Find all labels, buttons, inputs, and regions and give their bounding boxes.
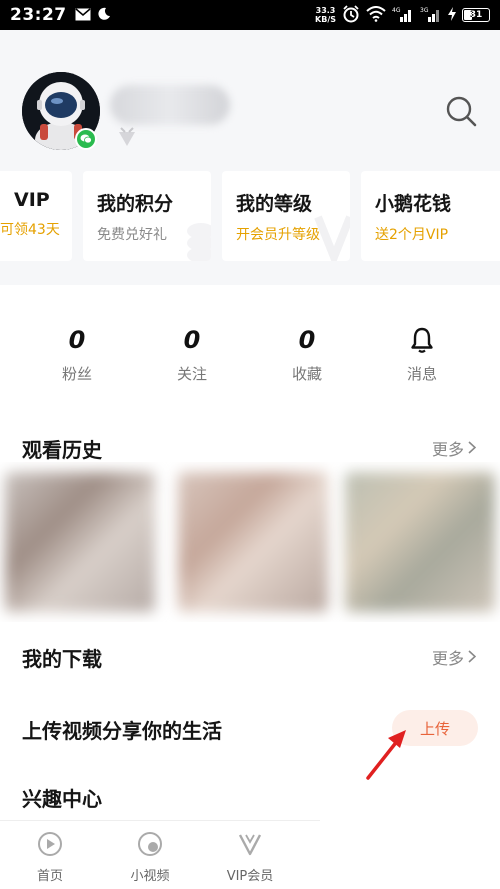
card-subtitle: 送2个月VIP (375, 227, 449, 243)
charging-icon (448, 6, 456, 24)
stat-label: 收藏 (291, 365, 322, 383)
upload-prompt: 上传视频分享你的生活 (22, 719, 222, 743)
svg-text:3G: 3G (420, 7, 429, 14)
history-thumbnail[interactable] (5, 472, 155, 612)
nav-label: 小视频 (130, 869, 170, 884)
nav-label: 首页 (36, 869, 63, 884)
card-level[interactable]: 我的等级 开会员升等级 (222, 171, 350, 261)
history-thumbnails[interactable] (0, 462, 500, 622)
card-title: VIP (14, 189, 50, 211)
status-time: 23:27 (10, 5, 67, 25)
history-title: 观看历史 (22, 438, 102, 462)
downloads-more-link[interactable]: 更多 (432, 645, 477, 669)
stat-favorites[interactable]: 0 收藏 (257, 325, 357, 384)
wifi-icon (366, 5, 386, 25)
nav-label: VIP会员 (226, 869, 274, 884)
stat-messages[interactable]: 消息 (372, 325, 472, 384)
stat-value: 0 (183, 326, 201, 354)
card-points[interactable]: 我的积分 免费兑好礼 (83, 171, 211, 261)
short-video-icon (100, 829, 200, 859)
downloads-title[interactable]: 我的下载 (22, 643, 102, 672)
network-speed: 33.3 KB/S (315, 6, 336, 24)
chevron-right-icon (468, 439, 477, 458)
vip-icon (200, 829, 300, 859)
stat-label: 粉丝 (61, 365, 92, 383)
stat-following[interactable]: 0 关注 (142, 325, 242, 384)
interest-title[interactable]: 兴趣中心 (22, 783, 102, 812)
stat-label: 消息 (406, 365, 437, 383)
bottom-nav: 首页 小视频 VIP会员 (0, 820, 320, 889)
chevron-right-icon (468, 648, 477, 667)
nav-home[interactable]: 首页 (0, 829, 100, 884)
stats-row: 0 粉丝 0 关注 0 收藏 消息 (0, 325, 500, 395)
signal-3g-icon: 3G (420, 6, 442, 25)
nav-vip[interactable]: VIP会员 (200, 829, 300, 884)
stat-value: 0 (298, 326, 316, 354)
stat-fans[interactable]: 0 粉丝 (27, 325, 127, 384)
feature-cards: VIP 可领43天 我的积分 免费兑好礼 我的等级 开会员升等级 小鹅花钱 送2… (0, 171, 500, 261)
red-arrow-annotation (360, 728, 410, 786)
wechat-icon (75, 128, 97, 150)
signal-4g-icon: 4G (392, 6, 414, 25)
username-blurred (110, 85, 230, 125)
history-thumbnail[interactable] (345, 472, 495, 612)
mail-icon (75, 6, 91, 25)
battery-indicator: 31 (462, 8, 490, 22)
card-subtitle: 可领43天 (0, 222, 60, 238)
moon-icon (97, 6, 111, 25)
card-vip[interactable]: VIP 可领43天 (0, 171, 72, 261)
stat-value: 0 (68, 326, 86, 354)
card-xiaoe[interactable]: 小鹅花钱 送2个月VIP (361, 171, 500, 261)
level-badge-icon (117, 126, 137, 152)
svg-text:4G: 4G (392, 7, 401, 14)
profile-header: VIP 可领43天 我的积分 免费兑好礼 我的等级 开会员升等级 小鹅花钱 送2… (0, 30, 500, 285)
home-play-icon (0, 829, 100, 859)
alarm-icon (342, 4, 360, 26)
bell-icon (372, 325, 472, 355)
nav-short-video[interactable]: 小视频 (100, 829, 200, 884)
history-more-link[interactable]: 更多 (432, 436, 477, 460)
history-thumbnail[interactable] (178, 472, 328, 612)
search-icon[interactable] (444, 94, 478, 128)
status-bar: 23:27 33.3 KB/S 4G 3G 31 (0, 0, 500, 30)
card-title: 小鹅花钱 (375, 193, 452, 215)
stat-label: 关注 (176, 365, 207, 383)
